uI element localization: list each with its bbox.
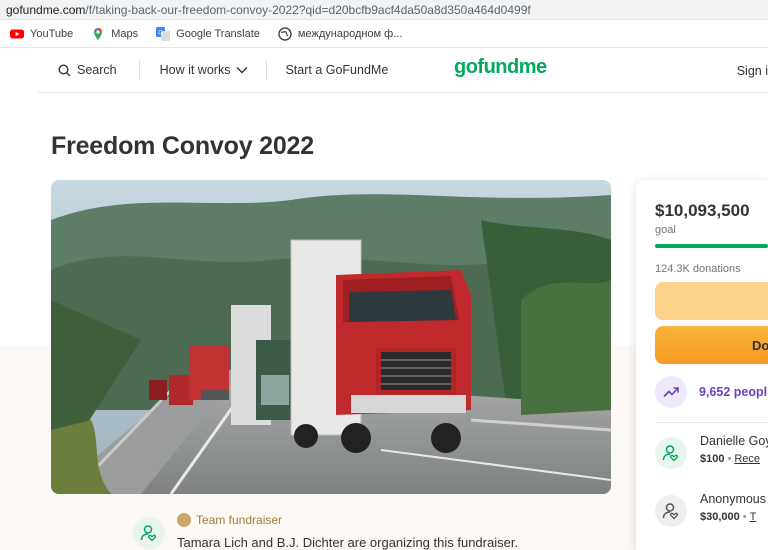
bookmark-label: YouTube (30, 27, 74, 40)
donor-avatar-icon (655, 495, 687, 527)
panel-divider (655, 422, 768, 423)
organizer-avatar[interactable] (133, 517, 165, 549)
amount-raised: $10,093,500 (655, 201, 750, 220)
bookmark-maps[interactable]: Maps (91, 27, 138, 41)
truck-convoy-image (51, 180, 611, 494)
donation-count: 124.3K donations (655, 263, 741, 275)
bookmark-label: Maps (111, 27, 139, 40)
url-host: gofundme.com (6, 2, 86, 17)
user-heart-icon (140, 525, 157, 542)
search-icon (58, 63, 71, 76)
goal-label: goal (655, 224, 676, 236)
campaign-hero-image (51, 180, 611, 494)
start-gofundme-label: Start a GoFundMe (285, 63, 389, 77)
bookmarks-bar: YouTube Maps G Google Translate междунар… (0, 20, 768, 48)
donor-meta: $100 • Rece (700, 453, 760, 465)
donor-link[interactable]: Rece (734, 453, 760, 465)
bookmark-label: Google Translate (176, 27, 260, 40)
sign-in-link[interactable]: Sign i (737, 64, 768, 78)
svg-text:G: G (158, 29, 163, 36)
trend-text: 9,652 peopl (699, 385, 768, 399)
donor-meta: $30,000 • T (700, 511, 756, 523)
bookmark-label: международном ф... (297, 27, 403, 40)
campaign-title: Freedom Convoy 2022 (51, 132, 314, 160)
maps-icon (94, 27, 103, 40)
bookmark-globe[interactable]: международном ф... (278, 26, 403, 41)
meta-separator: • (742, 511, 747, 523)
how-it-works-label: How it works (159, 63, 231, 77)
bookmark-youtube[interactable]: YouTube (10, 27, 73, 41)
how-it-works-menu[interactable]: How it works (160, 63, 249, 77)
nav-divider (266, 60, 268, 80)
organizer-description: Tamara Lich and B.J. Dichter are organiz… (177, 535, 519, 550)
donor-link[interactable]: T (750, 511, 757, 523)
team-fundraiser-badge: Team fundraiser (177, 513, 282, 527)
team-icon (177, 513, 191, 527)
donate-button[interactable]: Do (655, 326, 768, 364)
youtube-icon (10, 29, 24, 38)
recent-donations-trend: 9,652 peopl (655, 376, 768, 408)
chevron-down-icon (236, 67, 248, 74)
share-button[interactable] (655, 282, 768, 320)
globe-icon (278, 26, 292, 41)
url-path: /f/taking-back-our-freedom-convoy-2022?q… (85, 2, 531, 17)
donate-button-label: Do (752, 337, 768, 353)
gofundme-logo[interactable]: gofundme (454, 56, 547, 79)
meta-separator: • (727, 453, 732, 465)
bookmark-google-translate[interactable]: G Google Translate (156, 26, 260, 41)
start-gofundme-link[interactable]: Start a GoFundMe (285, 63, 388, 77)
search-label: Search (77, 63, 117, 77)
translate-icon: G (156, 26, 171, 41)
trending-up-icon (655, 376, 687, 408)
progress-bar (655, 244, 768, 248)
nav-divider (138, 60, 140, 80)
donor-name: Anonymous (700, 492, 767, 506)
donor-avatar-icon (655, 437, 687, 469)
donor-item: Danielle Goy $100 • Rece (655, 434, 768, 474)
site-header: Search How it works Start a GoFundMe gof… (38, 48, 768, 93)
search-button[interactable]: Search (58, 63, 117, 77)
donor-item: Anonymous $30,000 • T (655, 492, 768, 532)
donation-panel: $10,093,500 goal 124.3K donations Do 9,6… (636, 180, 768, 550)
team-fundraiser-label: Team fundraiser (196, 513, 283, 527)
donor-amount: $30,000 (700, 511, 740, 523)
address-bar[interactable]: gofundme.com/f/taking-back-our-freedom-c… (0, 0, 768, 20)
donor-amount: $100 (700, 453, 725, 465)
donor-name: Danielle Goy (700, 434, 768, 448)
progress-fill (655, 244, 768, 248)
